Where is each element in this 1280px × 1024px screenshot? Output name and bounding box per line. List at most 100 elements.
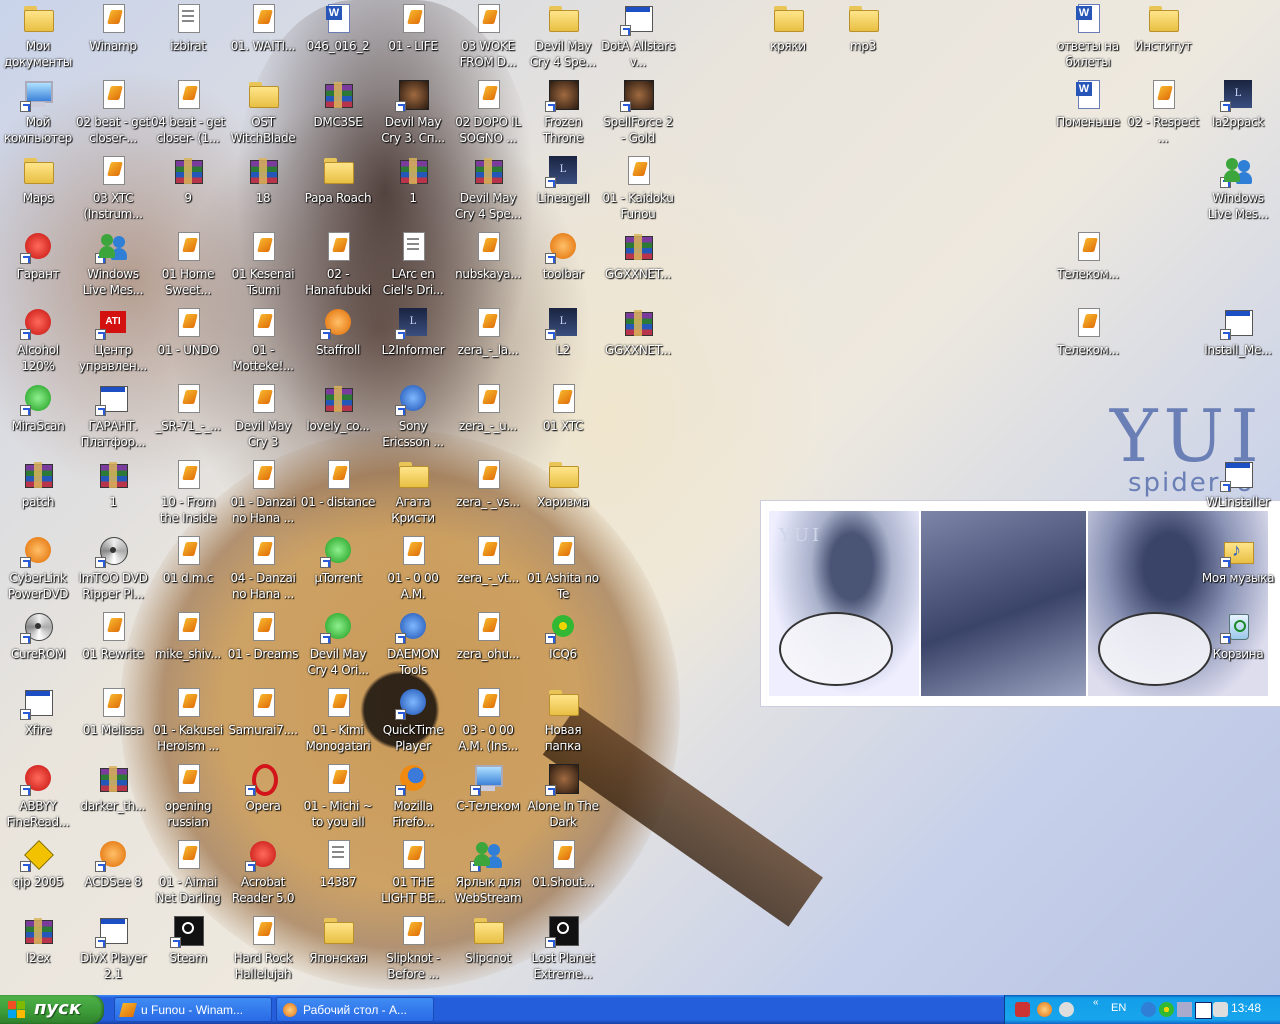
desktop-icon[interactable]: 01 - Dreams [225,610,301,662]
desktop-icon[interactable]: 01 - Kaidoku Funou [600,154,676,222]
taskbar-button-firefox[interactable]: Рабочий стол - A... [276,997,434,1022]
desktop-icon[interactable]: ACDSee 8 [75,838,151,890]
desktop-icon[interactable]: DAEMON Tools [375,610,451,678]
desktop-icon[interactable]: zera_-_vt... [450,534,526,586]
desktop-icon[interactable]: 01. WAITI... [225,2,301,54]
desktop-icon[interactable]: 02 - Hanafubuki [300,230,376,298]
desktop-icon[interactable]: 02 - Respect ... [1125,78,1201,146]
desktop-icon[interactable]: Staffroll [300,306,376,358]
desktop-icon[interactable]: Windows Live Mes... [75,230,151,298]
desktop-icon[interactable]: Моя музыка [1200,534,1276,586]
desktop-icon[interactable]: Maps [0,154,76,206]
desktop-icon[interactable]: Центр управлен... [75,306,151,374]
desktop-icon[interactable]: izbirat [150,2,226,54]
desktop-icon[interactable]: кряки [750,2,826,54]
tray-play-icon[interactable] [1195,1002,1212,1019]
desktop-icon[interactable]: zera_-_vs... [450,458,526,510]
desktop-icon[interactable]: Поменьше [1050,78,1126,130]
desktop-icon[interactable]: 01 Ashita no Te [525,534,601,602]
desktop-icon[interactable]: LineageII [525,154,601,206]
desktop-icon[interactable]: 04 - Danzai no Hana ... [225,534,301,602]
desktop-icon[interactable]: toolbar [525,230,601,282]
desktop-icon[interactable]: DotA Allstars v... [600,2,676,70]
desktop-icon[interactable]: Papa Roach [300,154,376,206]
desktop-icon[interactable]: Lost Planet Extreme... [525,914,601,982]
desktop-icon[interactable]: ответы на билеты [1050,2,1126,70]
desktop-icon[interactable]: Samurai7.... [225,686,301,738]
desktop-icon[interactable]: ABBYY FineRead... [0,762,76,830]
desktop-icon[interactable]: 01 XTC [525,382,601,434]
desktop-icon[interactable]: L2Informer [375,306,451,358]
desktop-icon[interactable]: L2 [525,306,601,358]
desktop-icon[interactable]: 01 - Kakusei Heroism ... [150,686,226,754]
desktop-icon[interactable]: 01 - UNDO [150,306,226,358]
desktop-icon[interactable]: 01 Kesenai Tsumi [225,230,301,298]
desktop-icon[interactable]: Мой компьютер [0,78,76,146]
desktop-icon[interactable]: l2ex [0,914,76,966]
desktop-icon[interactable]: Mozilla Firefo... [375,762,451,830]
desktop-icon[interactable]: Frozen Throne [525,78,601,146]
desktop-icon[interactable]: ГАРАНТ. Платфор... [75,382,151,450]
desktop-icon[interactable]: C-Телеком [450,762,526,814]
desktop-icon[interactable]: 01 - 0 00 A.M. [375,534,451,602]
desktop-icon[interactable]: qip 2005 [0,838,76,890]
start-button[interactable]: пуск [0,995,104,1024]
desktop-icon[interactable]: Телеком... [1050,306,1126,358]
desktop-icon[interactable]: MiraScan [0,382,76,434]
clock[interactable]: 13:48 [1231,1001,1261,1015]
desktop-icon[interactable]: Мои документы [0,2,76,70]
desktop-icon[interactable]: DivX Player 2.1 [75,914,151,982]
desktop-icon[interactable]: 18 [225,154,301,206]
desktop-icon[interactable]: _SR-71_-_... [150,382,226,434]
desktop-icon[interactable]: 01 - Aimai Net Darling [150,838,226,906]
desktop-icon[interactable]: zera_-_la... [450,306,526,358]
desktop-icon[interactable]: LArc en Ciel's Dri... [375,230,451,298]
tray-bluetooth-icon[interactable] [1141,1002,1156,1017]
desktop-icon[interactable]: Alone In The Dark [525,762,601,830]
desktop-icon[interactable]: zera_-_u... [450,382,526,434]
desktop-icon[interactable]: Windows Live Mes... [1200,154,1276,222]
tray-icq-icon[interactable] [1159,1002,1174,1017]
desktop-icon[interactable]: 01 - Kimi Monogatari [300,686,376,754]
desktop-icon[interactable]: DMC3SE [300,78,376,130]
desktop-icon[interactable]: 01 Melissa [75,686,151,738]
desktop-icon[interactable]: Агата Кристи [375,458,451,526]
desktop-icon[interactable]: 03 XTC (Instrum... [75,154,151,222]
desktop-icon[interactable]: OST WitchBlade [225,78,301,146]
desktop-icon[interactable]: 01.Shout... [525,838,601,890]
desktop-icon[interactable]: la2ppack [1200,78,1276,130]
desktop-icon[interactable]: Winamp [75,2,151,54]
desktop-icon[interactable]: Новая папка [525,686,601,754]
desktop-icon[interactable]: 046_016_2 [300,2,376,54]
desktop-icon[interactable]: Sony Ericsson ... [375,382,451,450]
desktop-icon[interactable]: Devil May Cry 4 Ori... [300,610,376,678]
desktop-icon[interactable]: WLinstaller [1200,458,1276,510]
desktop-icon[interactable]: Slipknot - Before ... [375,914,451,982]
desktop-icon[interactable]: Install_Me... [1200,306,1276,358]
desktop-icon[interactable]: 01 - Danzai no Hana ... [225,458,301,526]
language-indicator[interactable]: EN [1111,1002,1126,1014]
desktop-icon[interactable]: SpellForce 2 - Gold [600,78,676,146]
desktop-icon[interactable]: Гарант [0,230,76,282]
tray-app-icon[interactable] [1015,1002,1030,1017]
desktop-icon[interactable]: Ярлык для WebStream [450,838,526,906]
desktop-icon[interactable]: Devil May Cry 4 Spe... [450,154,526,222]
desktop-icon[interactable]: mp3 [825,2,901,54]
desktop-icon[interactable]: CureROM [0,610,76,662]
desktop-icon[interactable]: 03 WOKE FROM D... [450,2,526,70]
desktop-icon[interactable]: QuickTime Player [375,686,451,754]
desktop-icon[interactable]: 03 - 0 00 A.M. (Ins... [450,686,526,754]
desktop-icon[interactable]: Институт [1125,2,1201,54]
desktop-icon[interactable]: lovely_co... [300,382,376,434]
desktop-icon[interactable]: GGXXNET... [600,306,676,358]
desktop-icon[interactable]: 01 - Michi ~ to you all [300,762,376,830]
desktop-icon[interactable]: ImTOO DVD Ripper Pl... [75,534,151,602]
tray-volume-icon[interactable] [1213,1002,1228,1017]
desktop-icon[interactable]: Steam [150,914,226,966]
taskbar-button-winamp[interactable]: u Funou - Winam... [114,997,272,1022]
desktop-icon[interactable]: CyberLink PowerDVD [0,534,76,602]
desktop-icon[interactable]: Hard Rock Hallelujah [225,914,301,982]
desktop-icon[interactable]: Японская [300,914,376,966]
desktop-icon[interactable]: Корзина [1200,610,1276,662]
desktop-icon[interactable]: Xfire [0,686,76,738]
